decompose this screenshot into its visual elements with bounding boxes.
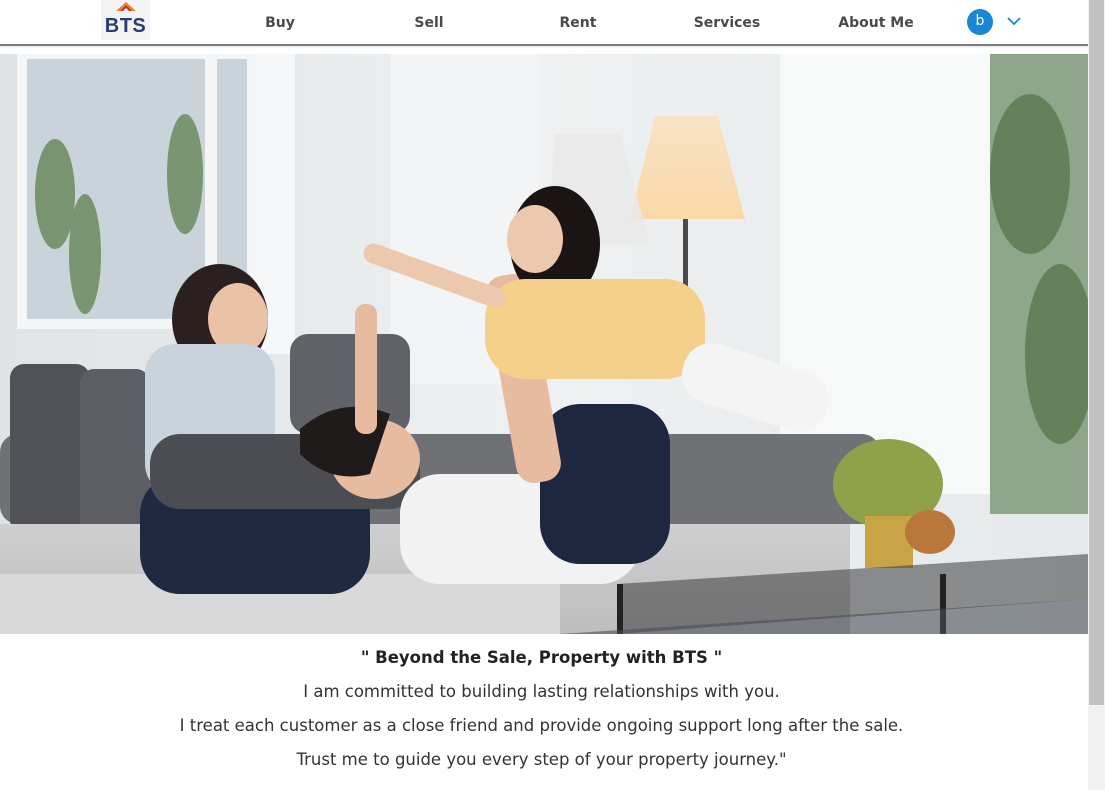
nav-sell[interactable]: Sell <box>399 12 459 34</box>
nav-about-me[interactable]: About Me <box>830 12 922 34</box>
hero-image <box>0 54 1088 634</box>
about-line-2: I treat each customer as a close friend … <box>179 716 904 735</box>
bts-logo[interactable]: BTS <box>101 0 150 40</box>
slogan-heading: " Beyond the Sale, Property with BTS " <box>360 648 723 667</box>
site-header: BTS Buy Sell Rent Services About Me b <box>0 0 1088 46</box>
nav-services[interactable]: Services <box>687 12 767 34</box>
scrollbar-thumb[interactable] <box>1089 0 1104 705</box>
about-line-1: I am committed to building lasting relat… <box>303 682 780 701</box>
page: BTS Buy Sell Rent Services About Me b " … <box>0 0 1088 790</box>
chevron-down-icon[interactable] <box>1006 15 1022 27</box>
nav-rent[interactable]: Rent <box>548 12 608 34</box>
house-roof-icon <box>116 2 136 11</box>
user-avatar[interactable]: b <box>967 9 993 35</box>
about-text-section: " Beyond the Sale, Property with BTS " I… <box>0 636 1088 790</box>
about-line-3: Trust me to guide you every step of your… <box>296 750 787 769</box>
logo-text: BTS <box>104 15 147 37</box>
nav-buy[interactable]: Buy <box>250 12 310 34</box>
family-playing-on-sofa-photo <box>0 54 1088 634</box>
